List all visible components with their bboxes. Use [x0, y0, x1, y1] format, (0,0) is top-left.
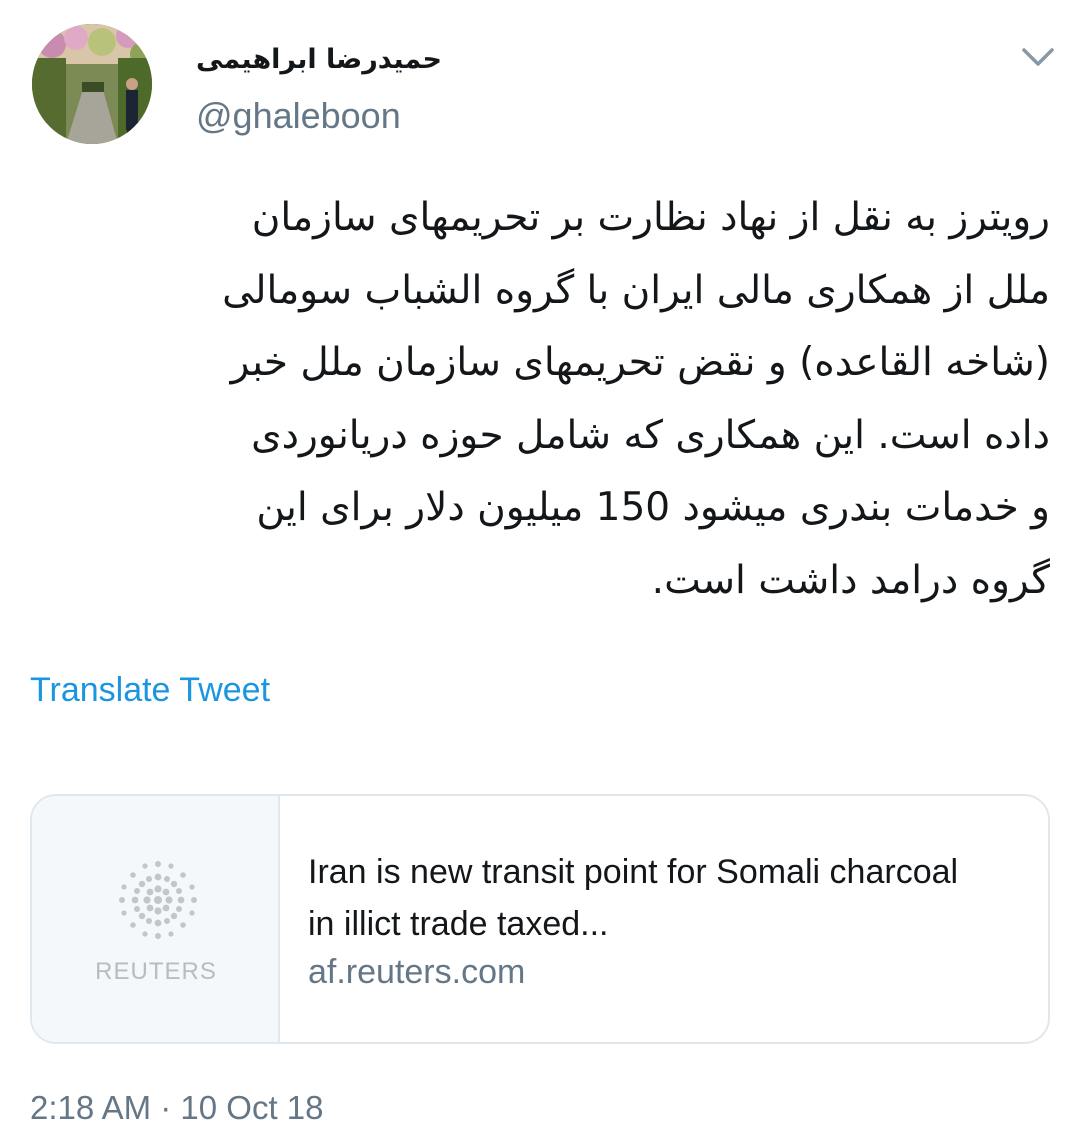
chevron-down-icon[interactable] [1018, 42, 1058, 72]
avatar[interactable] [32, 24, 152, 144]
profile-photo [32, 24, 152, 144]
tweet-timestamp[interactable]: 2:18 AM · 10 Oct 18 [30, 1086, 324, 1130]
card-thumbnail: REUTERS [32, 796, 280, 1042]
tweet-text: رویترز به نقل از نهاد نظارت بر تحریمهای … [30, 182, 1050, 617]
translate-tweet-link[interactable]: Translate Tweet [30, 668, 270, 712]
username[interactable]: @ghaleboon [196, 94, 401, 138]
reuters-logo-icon [119, 861, 197, 939]
tweet-text-line: رویترز به نقل از نهاد نظارت بر تحریمهای … [251, 195, 1050, 240]
tweet-text-line: داده است. این همکاری که شامل حوزه دریانو… [251, 412, 1050, 458]
tweet-text-line: گروه درامد داشت است. [651, 557, 1050, 603]
card-title-line: Iran is new transit point for Somali cha… [308, 853, 959, 891]
card-title[interactable]: Iran is new transit point for Somali cha… [308, 846, 1038, 950]
tweet-text-line: ملل از همکاری مالی ایران با گروه الشباب … [222, 267, 1050, 313]
tweet-text-line: و خدمات بندری میشود 150 میلیون دلار برای… [256, 485, 1050, 530]
card-title-line: in illict trade taxed... [308, 905, 609, 943]
tweet-text-line: (شاخه القاعده) و نقض تحریمهای سازمان ملل… [230, 340, 1050, 385]
card-domain: af.reuters.com [308, 953, 526, 991]
display-name[interactable]: حمیدرضا ابراهیمی [196, 40, 516, 80]
card-thumbnail-wordmark: REUTERS [95, 958, 217, 985]
link-preview-card[interactable]: REUTERS Iran is new transit point for So… [30, 794, 1050, 1044]
